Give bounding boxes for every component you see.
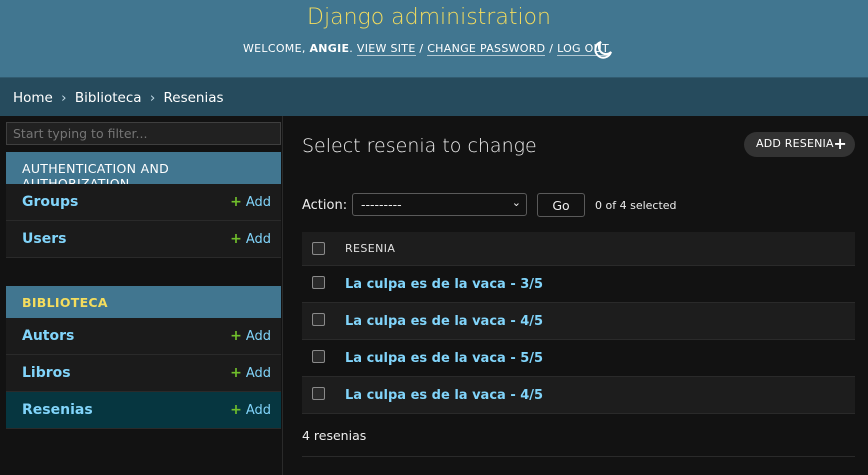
plus-icon: +	[230, 194, 242, 210]
add-resenia-button[interactable]: ADD RESENIA +	[744, 132, 855, 157]
add-link[interactable]: + Add	[230, 194, 271, 210]
select-all-checkbox[interactable]	[312, 242, 325, 255]
resenia-link[interactable]: La culpa es de la vaca - 4/5	[345, 314, 543, 329]
plus-icon: +	[230, 328, 242, 344]
breadcrumb-separator: ›	[149, 90, 156, 106]
page-title: Select resenia to change	[302, 135, 537, 157]
add-link[interactable]: + Add	[230, 365, 271, 381]
go-button[interactable]: Go	[537, 193, 585, 217]
action-label: Action:	[302, 198, 348, 213]
add-link[interactable]: + Add	[230, 402, 271, 418]
row-checkbox[interactable]	[312, 350, 325, 363]
row-checkbox[interactable]	[312, 313, 325, 326]
sidebar-item-users[interactable]: Users + Add	[6, 221, 281, 258]
table-row: La culpa es de la vaca - 3/5	[302, 266, 855, 303]
column-header-resenia[interactable]: RESENIA	[345, 242, 395, 255]
model-link[interactable]: Groups	[22, 194, 78, 210]
nav-filter-input[interactable]	[6, 122, 281, 145]
welcome-suffix: .	[349, 42, 357, 55]
plus-icon: +	[230, 365, 242, 381]
separator: /	[545, 42, 558, 55]
result-list: RESENIA La culpa es de la vaca - 3/5 La …	[302, 232, 855, 414]
resenia-link[interactable]: La culpa es de la vaca - 3/5	[345, 277, 543, 292]
breadcrumb-app[interactable]: Biblioteca	[75, 90, 142, 106]
site-name[interactable]: Django administration	[0, 5, 858, 30]
plus-icon: +	[230, 231, 242, 247]
sidebar-item-autors[interactable]: Autors + Add	[6, 318, 281, 355]
table-row: La culpa es de la vaca - 4/5	[302, 303, 855, 340]
module-caption-auth[interactable]: AUTHENTICATION AND AUTHORIZATION	[6, 152, 281, 191]
breadcrumb-home[interactable]: Home	[13, 90, 53, 106]
action-selected-value: ---------	[361, 197, 402, 212]
add-button-label: ADD RESENIA	[756, 137, 834, 150]
table-row: La culpa es de la vaca - 5/5	[302, 340, 855, 377]
module-caption-biblioteca[interactable]: BIBLIOTECA	[6, 286, 281, 318]
sidebar-item-groups[interactable]: Groups + Add	[6, 184, 281, 221]
add-link[interactable]: + Add	[230, 328, 271, 344]
breadcrumb-current: Resenias	[163, 90, 224, 106]
model-link[interactable]: Libros	[22, 365, 71, 381]
add-label: Add	[245, 195, 271, 210]
add-label: Add	[245, 232, 271, 247]
plus-icon: +	[230, 402, 242, 418]
action-select[interactable]: --------- ⌄	[352, 193, 527, 216]
add-label: Add	[245, 329, 271, 344]
add-label: Add	[245, 366, 271, 381]
breadcrumb: Home › Biblioteca › Resenias	[0, 77, 868, 116]
add-link[interactable]: + Add	[230, 231, 271, 247]
table-header: RESENIA	[302, 232, 855, 266]
welcome-text: WELCOME,	[243, 42, 310, 55]
breadcrumb-separator: ›	[61, 90, 67, 106]
model-link[interactable]: Resenias	[22, 402, 93, 418]
row-checkbox[interactable]	[312, 276, 325, 289]
main-content: Select resenia to change ADD RESENIA + A…	[283, 116, 868, 475]
chevron-down-icon: ⌄	[511, 196, 521, 209]
model-link[interactable]: Autors	[22, 328, 74, 344]
divider	[302, 456, 855, 457]
resenia-link[interactable]: La culpa es de la vaca - 5/5	[345, 351, 543, 366]
model-link[interactable]: Users	[22, 231, 66, 247]
add-label: Add	[245, 403, 271, 418]
plus-icon: +	[833, 134, 847, 153]
separator: /	[415, 42, 428, 55]
view-site-link[interactable]: VIEW SITE	[356, 42, 416, 56]
username: ANGIE	[309, 42, 350, 55]
sidebar-item-resenias[interactable]: Resenias + Add	[6, 392, 281, 429]
paginator: 4 resenias	[302, 428, 367, 443]
theme-toggle-button[interactable]	[592, 39, 614, 61]
site-header: Django administration WELCOME, ANGIE. VI…	[0, 0, 868, 77]
user-tools: WELCOME, ANGIE. VIEW SITE / CHANGE PASSW…	[243, 42, 610, 56]
sidebar-item-libros[interactable]: Libros + Add	[6, 355, 281, 392]
table-row: La culpa es de la vaca - 4/5	[302, 377, 855, 414]
change-password-link[interactable]: CHANGE PASSWORD	[427, 42, 546, 56]
selection-counter: 0 of 4 selected	[595, 199, 677, 212]
moon-icon	[594, 41, 612, 59]
row-checkbox[interactable]	[312, 387, 325, 400]
resenia-link[interactable]: La culpa es de la vaca - 4/5	[345, 388, 543, 403]
nav-sidebar: AUTHENTICATION AND AUTHORIZATION Groups …	[0, 116, 283, 475]
